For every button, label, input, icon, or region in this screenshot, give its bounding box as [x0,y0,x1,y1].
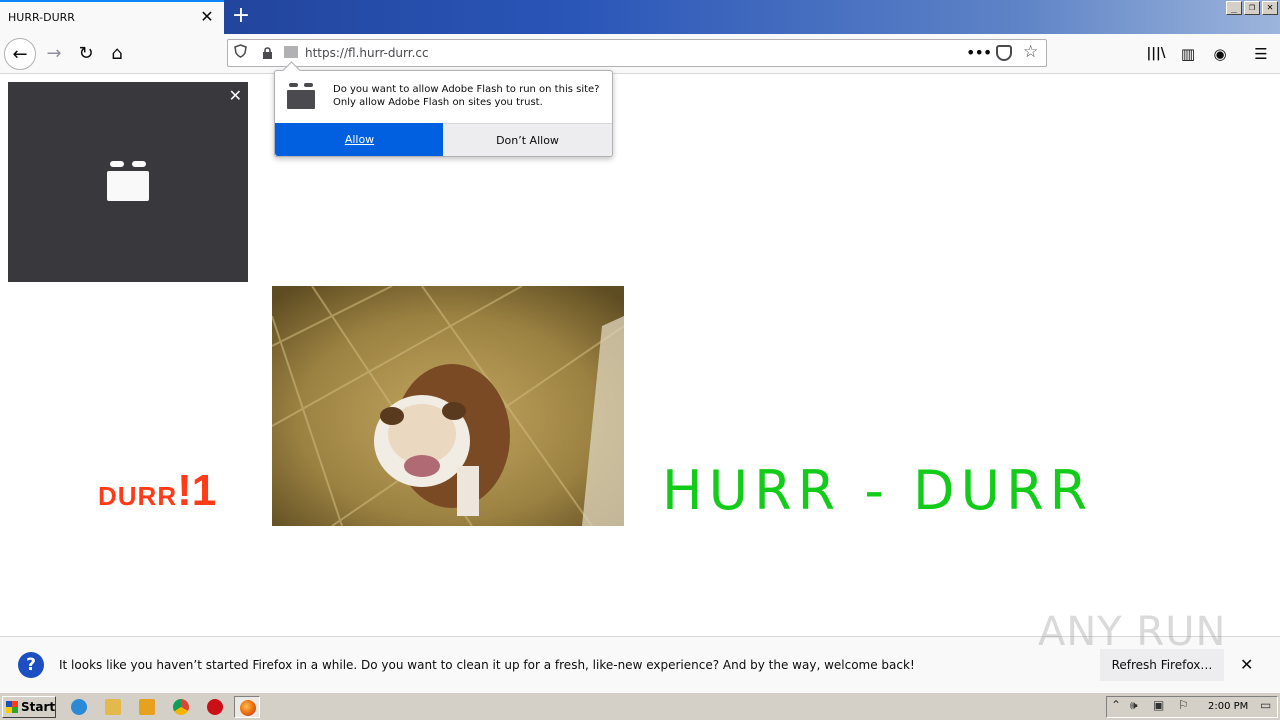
blocked-plugin-area[interactable]: ✕ [8,82,248,282]
forward-button[interactable]: → [38,38,70,70]
start-label: Start [21,700,56,714]
show-desktop-icon[interactable]: ▭ [1260,698,1271,712]
windows-logo-icon [6,701,18,713]
page-actions-icon[interactable]: ••• [966,43,992,62]
restore-button[interactable]: ❐ [1244,1,1260,15]
popup-message: Do you want to allow Adobe Flash to run … [333,84,600,108]
minimize-button[interactable]: _ [1226,1,1242,15]
plugin-icon [287,83,315,109]
clock[interactable]: 2:00 PM [1208,701,1248,712]
library-icon[interactable]: |||\ [1146,44,1166,64]
dont-allow-button[interactable]: Don’t Allow [443,123,612,156]
start-button[interactable]: Start [2,696,56,718]
new-tab-button[interactable]: + [230,4,252,28]
durr-word: DURR [98,481,178,511]
window-controls: _ ❐ ✕ [1226,1,1278,17]
pocket-icon[interactable] [996,45,1012,61]
flash-permission-popup: Do you want to allow Adobe Flash to run … [274,70,613,157]
opera-icon[interactable] [202,696,228,718]
network-icon[interactable]: ▣ [1153,698,1164,712]
close-tab-icon[interactable]: ✕ [198,8,216,26]
tab-hurr-durr[interactable]: HURR-DURR ✕ [0,0,224,34]
action-center-flag-icon[interactable]: ⚐ [1178,698,1189,712]
chrome-icon[interactable] [168,696,194,718]
taskbar: Start ⌃ 🕪 ▣ ⚐ 2:00 PM ▭ [0,692,1280,720]
internet-explorer-icon[interactable] [66,696,92,718]
durr-text: DURR!1 [98,466,216,516]
tab-strip: HURR-DURR ✕ + _ ❐ ✕ [0,0,1280,34]
nav-bar: ← → ↻ ⌂ https://fl.hurr-durr.cc ••• ☆ ||… [0,34,1280,74]
tray-expand-icon[interactable]: ⌃ [1111,698,1121,712]
home-button[interactable]: ⌂ [101,38,133,70]
notification-message: It looks like you haven’t started Firefo… [59,658,915,672]
sidebar-icon[interactable]: ▥ [1178,44,1198,64]
url-text[interactable]: https://fl.hurr-durr.cc [305,46,429,60]
volume-icon[interactable]: 🕪 [1130,698,1138,713]
dog-video [272,286,624,526]
plugin-icon[interactable] [284,46,298,58]
account-icon[interactable]: ◉ [1210,44,1230,64]
firefox-icon[interactable] [234,696,260,718]
menu-icon[interactable]: ☰ [1251,44,1271,64]
allow-button[interactable]: Allow [275,123,444,156]
bookmark-star-icon[interactable]: ☆ [1023,42,1038,62]
plugin-icon[interactable] [107,161,149,201]
url-bar[interactable]: https://fl.hurr-durr.cc ••• ☆ [227,39,1047,67]
notification-bar: ANY RUN ? It looks like you haven’t star… [0,609,1280,692]
question-icon: ? [18,652,44,678]
close-window-button[interactable]: ✕ [1262,1,1278,15]
reload-button[interactable]: ↻ [70,38,102,70]
media-player-icon[interactable] [134,696,160,718]
lock-icon[interactable] [262,45,273,59]
durr-exclaim: !1 [177,466,217,515]
page-content: ✕ DURR!1 HURR - DURR [0,74,1280,636]
back-button[interactable]: ← [4,38,36,70]
notification-close-icon[interactable]: ✕ [1240,655,1253,674]
hurr-durr-heading: HURR - DURR [662,459,1094,522]
refresh-firefox-button[interactable]: Refresh Firefox… [1100,649,1224,681]
file-explorer-icon[interactable] [100,696,126,718]
plugin-close-icon[interactable]: ✕ [229,86,242,105]
tracking-shield-icon[interactable] [234,44,247,62]
tab-title: HURR-DURR [8,11,75,24]
